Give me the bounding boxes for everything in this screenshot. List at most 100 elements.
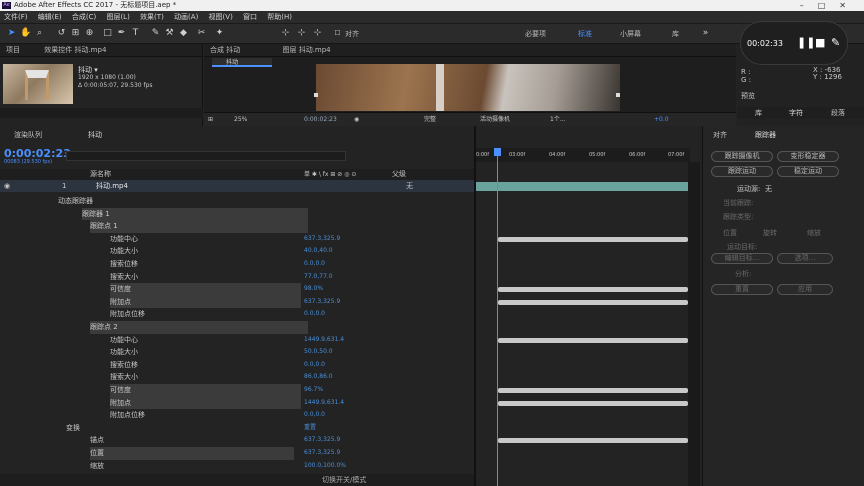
- keyframe-strip[interactable]: [498, 236, 688, 242]
- tab-tracker[interactable]: 跟踪器: [755, 130, 776, 140]
- switches-header[interactable]: 单 ✱ \ fx ⊞ ⊘ ◎ ⊙: [304, 169, 356, 180]
- window-controls[interactable]: –□✕: [800, 0, 860, 11]
- pause-icon[interactable]: ❚❚: [797, 36, 815, 49]
- property-row[interactable]: 附加点位移 0.0,0.0: [0, 308, 474, 321]
- pan-behind-tool-icon[interactable]: ⊕: [84, 28, 95, 39]
- tab-align[interactable]: 对齐: [713, 130, 727, 140]
- roto-tool-icon[interactable]: ✂: [196, 28, 207, 39]
- property-value[interactable]: 0.0,0.0: [304, 359, 325, 372]
- keyframe-strip[interactable]: [498, 299, 688, 305]
- parent-header[interactable]: 父级: [392, 169, 406, 180]
- timeline-scrollbar[interactable]: [688, 162, 700, 486]
- keyframe-strip[interactable]: [498, 400, 688, 406]
- property-value[interactable]: 98.0%: [304, 283, 323, 296]
- scale-checkbox[interactable]: 缩放: [807, 228, 821, 238]
- keyframe-strip[interactable]: [498, 337, 688, 343]
- property-row[interactable]: 搜索大小 86.0,86.0: [0, 371, 474, 384]
- tab-effect-controls[interactable]: 效果控件 抖动.mp4: [44, 46, 106, 54]
- selection-tool-icon[interactable]: ➤: [6, 28, 17, 39]
- property-value[interactable]: 637.3,325.9: [304, 434, 340, 447]
- property-value[interactable]: 0.0,0.0: [304, 308, 325, 321]
- property-row[interactable]: 附加点位移 0.0,0.0: [0, 409, 474, 422]
- menu-animation[interactable]: 动画(A): [174, 13, 198, 21]
- eraser-tool-icon[interactable]: ◆: [178, 28, 189, 39]
- property-row[interactable]: 搜索位移 0.0,0.0: [0, 359, 474, 372]
- property-value[interactable]: 重置: [304, 422, 316, 435]
- zoom-select[interactable]: 25%: [234, 113, 247, 127]
- stabilize-motion-button[interactable]: 稳定运动: [777, 166, 839, 177]
- magnify-icon[interactable]: ⊞: [208, 113, 213, 127]
- position-checkbox[interactable]: 位置: [723, 228, 737, 238]
- property-value[interactable]: 0.0,0.0: [304, 258, 325, 271]
- property-value[interactable]: 0.0,0.0: [304, 409, 325, 422]
- menu-edit[interactable]: 编辑(E): [38, 13, 62, 21]
- property-row[interactable]: 位置 637.3,325.9: [0, 447, 474, 460]
- menu-view[interactable]: 视图(V): [209, 13, 233, 21]
- tab-library[interactable]: 库: [755, 107, 762, 119]
- menu-file[interactable]: 文件(F): [4, 13, 28, 21]
- property-row[interactable]: 功能中心 1449.9,631.4: [0, 334, 474, 347]
- property-row[interactable]: 附加点 637.3,325.9: [0, 295, 474, 309]
- rectangle-tool-icon[interactable]: □: [102, 28, 113, 39]
- property-row[interactable]: 可信度 98.0%: [0, 283, 474, 296]
- tab-project[interactable]: 项目: [6, 46, 20, 54]
- workspace-library[interactable]: 库: [672, 29, 679, 39]
- layer-duration-bar[interactable]: [476, 182, 688, 191]
- workspace-essentials[interactable]: 必要项: [525, 29, 546, 39]
- property-value[interactable]: 1449.9,631.4: [304, 397, 344, 410]
- stop-icon[interactable]: ■: [815, 36, 825, 49]
- property-row[interactable]: 动态跟踪器: [0, 195, 474, 208]
- options-button[interactable]: 选项...: [777, 253, 833, 264]
- motion-source-select[interactable]: 无: [765, 184, 772, 194]
- more-workspaces-icon[interactable]: »: [700, 28, 711, 39]
- property-value[interactable]: 77.0,77.0: [304, 271, 333, 284]
- layer-handle[interactable]: [616, 93, 620, 97]
- pen-icon[interactable]: ✎: [831, 36, 840, 49]
- menu-effect[interactable]: 效果(T): [140, 13, 164, 21]
- property-value[interactable]: 100.0,100.0%: [304, 460, 346, 473]
- playhead[interactable]: [497, 148, 498, 486]
- property-row[interactable]: 锚点 637.3,325.9: [0, 434, 474, 447]
- reset-button[interactable]: 重置: [711, 284, 773, 295]
- snapshot-icon[interactable]: ◉: [354, 113, 359, 127]
- rotation-checkbox[interactable]: 旋转: [763, 228, 777, 238]
- tab-composition[interactable]: 合成 抖动: [210, 46, 240, 54]
- exposure-value[interactable]: +0.0: [654, 113, 669, 127]
- property-row[interactable]: 功能大小 50.0,50.0: [0, 346, 474, 359]
- tab-render-queue[interactable]: 渲染队列: [14, 129, 42, 141]
- track-camera-button[interactable]: 跟踪摄像机: [711, 151, 773, 162]
- clone-tool-icon[interactable]: ⚒: [164, 28, 175, 39]
- menu-composition[interactable]: 合成(C): [72, 13, 96, 21]
- property-row[interactable]: 搜索大小 77.0,77.0: [0, 271, 474, 284]
- toggle-switches-modes[interactable]: 切换开关/模式: [322, 474, 366, 486]
- align-checkbox[interactable]: ☐: [332, 28, 343, 39]
- property-row[interactable]: 跟踪点 1: [0, 220, 474, 233]
- camera-tool-icon[interactable]: ⊞: [70, 28, 81, 39]
- zoom-tool-icon[interactable]: ⌕: [34, 28, 45, 39]
- property-value[interactable]: 637.3,325.9: [304, 447, 340, 460]
- comp-flow-tab[interactable]: 抖动: [212, 58, 272, 67]
- property-value[interactable]: 50.0,50.0: [304, 346, 333, 359]
- property-value[interactable]: 637.3,325.9: [304, 233, 340, 246]
- world-axis-icon[interactable]: ⊹: [296, 28, 307, 39]
- property-value[interactable]: 637.3,325.9: [304, 296, 340, 309]
- tab-timeline-comp[interactable]: 抖动: [88, 129, 102, 141]
- warp-stabilizer-button[interactable]: 变形稳定器: [777, 151, 839, 162]
- tab-preview[interactable]: 预览: [741, 91, 755, 101]
- property-row[interactable]: 附加点 1449.9,631.4: [0, 396, 474, 410]
- property-row[interactable]: 跟踪器 1: [0, 207, 474, 221]
- layer-row[interactable]: ◉ 1 抖动.mp4 无: [0, 180, 474, 192]
- workspace-standard[interactable]: 标准: [578, 29, 592, 39]
- resolution-select[interactable]: 完整: [424, 113, 436, 127]
- rotate-tool-icon[interactable]: ↺: [56, 28, 67, 39]
- menu-window[interactable]: 窗口: [243, 13, 257, 21]
- puppet-tool-icon[interactable]: ✦: [214, 28, 225, 39]
- property-row[interactable]: 功能中心 637.3,325.9: [0, 233, 474, 246]
- property-row[interactable]: 可信度 96.7%: [0, 384, 474, 397]
- timeline-search-input[interactable]: [66, 151, 346, 161]
- track-motion-button[interactable]: 跟踪运动: [711, 166, 773, 177]
- edit-target-button[interactable]: 编辑目标...: [711, 253, 773, 264]
- property-row[interactable]: 缩放 100.0,100.0%: [0, 460, 474, 473]
- property-value[interactable]: 40.0,40.0: [304, 245, 333, 258]
- property-value[interactable]: 86.0,86.0: [304, 371, 333, 384]
